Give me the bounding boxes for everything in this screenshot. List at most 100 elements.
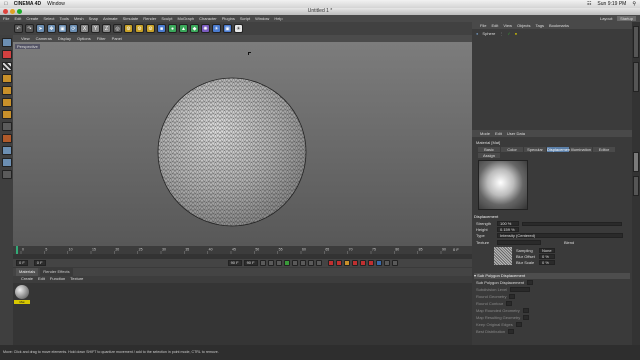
planar-workplane-icon[interactable]: [1, 170, 12, 179]
prev-frame-icon[interactable]: [275, 260, 282, 266]
camera-icon[interactable]: ▣: [223, 24, 232, 33]
side-tab-attributes[interactable]: [633, 152, 639, 172]
next-key-icon[interactable]: [299, 260, 306, 266]
visibility-icon[interactable]: ⋮: [499, 31, 503, 36]
attribute-menu-item[interactable]: Edit: [495, 131, 502, 136]
goto-end-icon[interactable]: [307, 260, 314, 266]
menu-item[interactable]: Help: [274, 16, 282, 21]
side-tab-layers[interactable]: [633, 176, 639, 196]
keyframe-selection-icon[interactable]: [343, 260, 350, 266]
record-position-icon[interactable]: [351, 260, 358, 266]
material-thumbnail[interactable]: [15, 285, 29, 299]
object-name[interactable]: Sphere: [482, 31, 495, 36]
subpoly-section[interactable]: ▾ Sub Polygon Displacement: [474, 273, 630, 279]
best-distribution-checkbox[interactable]: [508, 329, 515, 334]
point-level-icon[interactable]: [383, 260, 390, 266]
goto-start-icon[interactable]: [259, 260, 266, 266]
autokey-icon[interactable]: [335, 260, 342, 266]
menu-item[interactable]: Window: [255, 16, 269, 21]
map-resulting-row[interactable]: Map Resulting Geometry: [476, 315, 530, 320]
tab-assign[interactable]: Assign: [478, 153, 500, 158]
array-icon[interactable]: ▲: [179, 24, 188, 33]
sampling-dropdown[interactable]: None: [539, 248, 555, 253]
timeline-ruler[interactable]: 0 5 10 15 20 25 30 35 40 45 50 55 60 65 70 75 80 85 90 0 F: [13, 246, 472, 254]
scene-icon[interactable]: ☀: [212, 24, 221, 33]
map-rounded-row[interactable]: Map Rounded Geometry: [476, 308, 529, 313]
menu-item[interactable]: Snap: [89, 16, 98, 21]
attribute-menu-item[interactable]: Mode: [480, 131, 490, 136]
timeline-playhead[interactable]: [16, 246, 18, 254]
strength-field[interactable]: 100 %: [497, 221, 519, 226]
side-tab-objects[interactable]: [633, 26, 639, 58]
material-menu-item[interactable]: Create: [21, 276, 33, 283]
tab-color[interactable]: Color: [501, 147, 523, 152]
menu-item[interactable]: Select: [43, 16, 54, 21]
material-tag-icon[interactable]: ●: [515, 31, 517, 36]
render-picture-viewer-icon[interactable]: ⚙: [135, 24, 144, 33]
object-menu-item[interactable]: Objects: [517, 23, 531, 28]
record-icon[interactable]: [327, 260, 334, 266]
best-distribution-row[interactable]: Best Distribution: [476, 329, 515, 334]
scale-icon[interactable]: ▣: [58, 24, 67, 33]
tweak-mode-icon[interactable]: [1, 134, 12, 143]
subdivision-icon[interactable]: ●: [168, 24, 177, 33]
current-frame-field[interactable]: 0 F: [33, 260, 46, 266]
model-mode-icon[interactable]: [1, 50, 12, 59]
workplane-icon[interactable]: [1, 74, 12, 83]
max-frame-field[interactable]: 90 F: [243, 260, 258, 266]
viewport-menu-item[interactable]: Display: [58, 36, 71, 41]
deformer-icon[interactable]: ✺: [201, 24, 210, 33]
wifi-icon[interactable]: ☷: [587, 1, 591, 7]
undo-icon[interactable]: ↶: [14, 24, 23, 33]
apple-icon[interactable]: : [4, 1, 8, 7]
viewport-menu-item[interactable]: Options: [77, 36, 91, 41]
subpoly-row[interactable]: Sub Polygon Displacement: [476, 280, 534, 285]
material-menu-item[interactable]: Texture: [70, 276, 83, 283]
menu-item[interactable]: Script: [240, 16, 250, 21]
viewport-menu-item[interactable]: View: [21, 36, 30, 41]
material-menu-item[interactable]: Edit: [38, 276, 45, 283]
menu-item[interactable]: Animate: [103, 16, 118, 21]
round-contour-checkbox[interactable]: [506, 301, 513, 306]
expand-icon[interactable]: ▾: [474, 273, 476, 278]
menu-item[interactable]: Tools: [60, 16, 69, 21]
render-view-icon[interactable]: ⚙: [124, 24, 133, 33]
object-menu-item[interactable]: Tags: [536, 23, 544, 28]
viewport-menu-item[interactable]: Cameras: [36, 36, 52, 41]
strength-slider[interactable]: [522, 221, 622, 226]
light-icon[interactable]: ☀: [234, 24, 243, 33]
keep-edges-checkbox[interactable]: [515, 322, 522, 327]
tab-illumination[interactable]: Illumination: [570, 147, 592, 152]
object-menu-item[interactable]: Bookmarks: [549, 23, 569, 28]
tab-editor[interactable]: Editor: [593, 147, 615, 152]
zoom-icon[interactable]: [17, 9, 22, 14]
clock[interactable]: Sun 9:19 PM: [597, 1, 626, 7]
object-menu-item[interactable]: File: [480, 23, 486, 28]
enabled-check-icon[interactable]: ✓: [507, 31, 510, 36]
round-contour-row[interactable]: Round Contour: [476, 301, 513, 306]
object-menu-item[interactable]: View: [503, 23, 512, 28]
texture-thumbnail[interactable]: [494, 247, 512, 265]
x-axis-icon[interactable]: X: [80, 24, 89, 33]
object-row[interactable]: ● Sphere ⋮ ✓ ●: [476, 31, 517, 36]
menu-item[interactable]: Sculpt: [161, 16, 172, 21]
polygons-mode-icon[interactable]: [1, 110, 12, 119]
cube-icon[interactable]: ■: [157, 24, 166, 33]
map-resulting-checkbox[interactable]: [523, 315, 530, 320]
minimize-icon[interactable]: [10, 9, 15, 14]
z-axis-icon[interactable]: Z: [102, 24, 111, 33]
close-icon[interactable]: [3, 9, 8, 14]
3d-viewport[interactable]: Perspective: [13, 42, 472, 246]
type-dropdown[interactable]: Intensity (Centered): [497, 233, 623, 238]
menu-item[interactable]: Plugins: [222, 16, 235, 21]
material-menu-item[interactable]: Function: [50, 276, 65, 283]
axis-mode-icon[interactable]: [1, 122, 12, 131]
points-mode-icon[interactable]: [1, 86, 12, 95]
tab-specular[interactable]: Specular: [524, 147, 546, 152]
viewport-menu-item[interactable]: Filter: [97, 36, 106, 41]
record-scale-icon[interactable]: [359, 260, 366, 266]
end-frame-field[interactable]: 90 F: [227, 260, 242, 266]
object-menu-item[interactable]: Edit: [491, 23, 498, 28]
prev-key-icon[interactable]: [267, 260, 274, 266]
subdivision-row[interactable]: Subdivision Level: [476, 287, 531, 292]
